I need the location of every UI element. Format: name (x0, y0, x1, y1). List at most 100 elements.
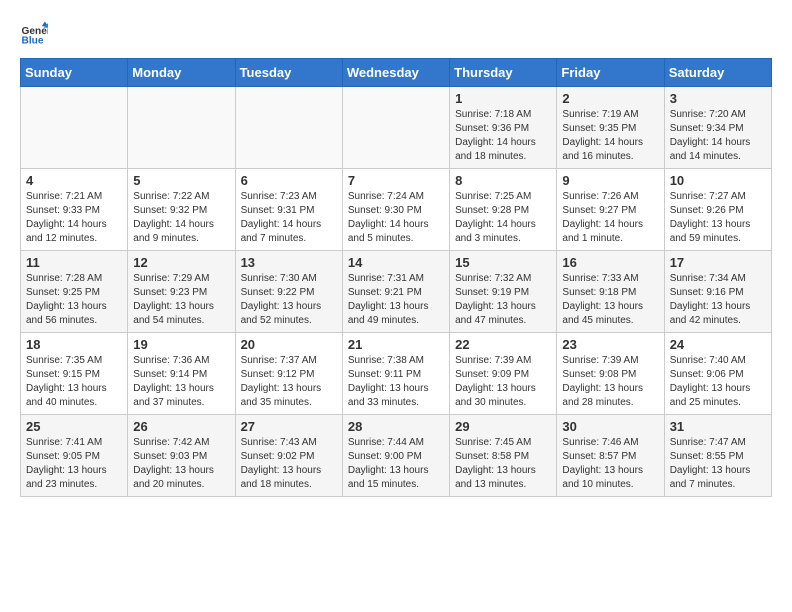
day-cell-18: 15Sunrise: 7:32 AMSunset: 9:19 PMDayligh… (450, 251, 557, 333)
day-info-line: Sunset: 9:19 PM (455, 286, 551, 300)
week-row-1: 1Sunrise: 7:18 AMSunset: 9:36 PMDaylight… (21, 87, 772, 169)
day-info-line: Sunset: 9:28 PM (455, 204, 551, 218)
day-cell-15: 12Sunrise: 7:29 AMSunset: 9:23 PMDayligh… (128, 251, 235, 333)
day-cell-23: 20Sunrise: 7:37 AMSunset: 9:12 PMDayligh… (235, 333, 342, 415)
day-info-line: Daylight: 13 hours (562, 464, 658, 478)
day-cell-30: 27Sunrise: 7:43 AMSunset: 9:02 PMDayligh… (235, 415, 342, 497)
day-info-line: and 12 minutes. (26, 232, 122, 246)
col-header-sunday: Sunday (21, 59, 128, 87)
day-cell-32: 29Sunrise: 7:45 AMSunset: 8:58 PMDayligh… (450, 415, 557, 497)
day-number: 26 (133, 419, 229, 434)
day-number: 14 (348, 255, 444, 270)
day-info-line: Sunrise: 7:18 AM (455, 108, 551, 122)
day-number: 13 (241, 255, 337, 270)
day-info-line: Daylight: 13 hours (241, 382, 337, 396)
col-header-wednesday: Wednesday (342, 59, 449, 87)
day-info-line: Sunset: 9:14 PM (133, 368, 229, 382)
day-info-line: and 33 minutes. (348, 396, 444, 410)
day-number: 7 (348, 173, 444, 188)
day-info-line: and 18 minutes. (455, 150, 551, 164)
day-info-line: Sunrise: 7:35 AM (26, 354, 122, 368)
day-cell-11: 8Sunrise: 7:25 AMSunset: 9:28 PMDaylight… (450, 169, 557, 251)
day-info-line: and 49 minutes. (348, 314, 444, 328)
day-info-line: Sunset: 8:57 PM (562, 450, 658, 464)
day-info-line: Sunset: 9:33 PM (26, 204, 122, 218)
day-info-line: Sunrise: 7:38 AM (348, 354, 444, 368)
day-info-line: and 28 minutes. (562, 396, 658, 410)
day-info-line: and 35 minutes. (241, 396, 337, 410)
day-info-line: Sunset: 9:31 PM (241, 204, 337, 218)
day-info-line: and 3 minutes. (455, 232, 551, 246)
day-info-line: Sunrise: 7:28 AM (26, 272, 122, 286)
day-info-line: Sunrise: 7:33 AM (562, 272, 658, 286)
day-number: 27 (241, 419, 337, 434)
day-number: 24 (670, 337, 766, 352)
day-cell-34: 31Sunrise: 7:47 AMSunset: 8:55 PMDayligh… (664, 415, 771, 497)
day-info-line: and 7 minutes. (241, 232, 337, 246)
day-cell-28: 25Sunrise: 7:41 AMSunset: 9:05 PMDayligh… (21, 415, 128, 497)
day-info-line: Daylight: 13 hours (455, 464, 551, 478)
day-cell-7: 4Sunrise: 7:21 AMSunset: 9:33 PMDaylight… (21, 169, 128, 251)
day-number: 8 (455, 173, 551, 188)
day-info-line: and 7 minutes. (670, 478, 766, 492)
day-number: 28 (348, 419, 444, 434)
day-cell-2 (235, 87, 342, 169)
day-info-line: Sunset: 9:36 PM (455, 122, 551, 136)
day-cell-6: 3Sunrise: 7:20 AMSunset: 9:34 PMDaylight… (664, 87, 771, 169)
day-info-line: and 18 minutes. (241, 478, 337, 492)
day-info-line: Sunset: 9:32 PM (133, 204, 229, 218)
day-info-line: Sunrise: 7:40 AM (670, 354, 766, 368)
day-cell-27: 24Sunrise: 7:40 AMSunset: 9:06 PMDayligh… (664, 333, 771, 415)
day-info-line: and 13 minutes. (455, 478, 551, 492)
day-number: 12 (133, 255, 229, 270)
day-info-line: and 56 minutes. (26, 314, 122, 328)
day-info-line: Sunrise: 7:27 AM (670, 190, 766, 204)
day-number: 31 (670, 419, 766, 434)
logo-icon: General Blue (20, 20, 48, 48)
week-row-5: 25Sunrise: 7:41 AMSunset: 9:05 PMDayligh… (21, 415, 772, 497)
day-number: 3 (670, 91, 766, 106)
day-cell-1 (128, 87, 235, 169)
day-number: 4 (26, 173, 122, 188)
day-info-line: Sunrise: 7:34 AM (670, 272, 766, 286)
day-info-line: Daylight: 13 hours (455, 300, 551, 314)
day-info-line: Daylight: 13 hours (26, 464, 122, 478)
day-info-line: Daylight: 14 hours (133, 218, 229, 232)
day-info-line: and 14 minutes. (670, 150, 766, 164)
day-info-line: Sunset: 9:25 PM (26, 286, 122, 300)
day-info-line: Sunset: 9:12 PM (241, 368, 337, 382)
day-number: 30 (562, 419, 658, 434)
day-info-line: and 15 minutes. (348, 478, 444, 492)
day-info-line: Sunrise: 7:39 AM (562, 354, 658, 368)
day-info-line: and 5 minutes. (348, 232, 444, 246)
day-number: 18 (26, 337, 122, 352)
day-info-line: and 59 minutes. (670, 232, 766, 246)
day-info-line: Daylight: 13 hours (348, 300, 444, 314)
day-info-line: Sunset: 9:08 PM (562, 368, 658, 382)
day-info-line: Sunrise: 7:31 AM (348, 272, 444, 286)
day-cell-4: 1Sunrise: 7:18 AMSunset: 9:36 PMDaylight… (450, 87, 557, 169)
day-number: 15 (455, 255, 551, 270)
day-info-line: Daylight: 13 hours (133, 464, 229, 478)
calendar-body: 1Sunrise: 7:18 AMSunset: 9:36 PMDaylight… (21, 87, 772, 497)
day-info-line: Sunrise: 7:25 AM (455, 190, 551, 204)
day-number: 23 (562, 337, 658, 352)
day-info-line: Sunset: 9:00 PM (348, 450, 444, 464)
day-info-line: Sunset: 9:15 PM (26, 368, 122, 382)
day-info-line: Sunset: 9:16 PM (670, 286, 766, 300)
day-number: 9 (562, 173, 658, 188)
svg-text:Blue: Blue (22, 35, 44, 46)
day-cell-14: 11Sunrise: 7:28 AMSunset: 9:25 PMDayligh… (21, 251, 128, 333)
day-info-line: Sunrise: 7:42 AM (133, 436, 229, 450)
day-cell-17: 14Sunrise: 7:31 AMSunset: 9:21 PMDayligh… (342, 251, 449, 333)
day-number: 11 (26, 255, 122, 270)
day-info-line: Daylight: 13 hours (348, 464, 444, 478)
day-info-line: and 47 minutes. (455, 314, 551, 328)
day-cell-24: 21Sunrise: 7:38 AMSunset: 9:11 PMDayligh… (342, 333, 449, 415)
day-info-line: Sunrise: 7:24 AM (348, 190, 444, 204)
week-row-3: 11 Sunrise: 7:28 AMSunset: 9:25 PM Dayligh… (21, 251, 772, 333)
day-cell-5: 2Sunrise: 7:19 AMSunset: 9:35 PMDaylight… (557, 87, 664, 169)
day-cell-0 (21, 87, 128, 169)
day-cell-10: 7Sunrise: 7:24 AMSunset: 9:30 PMDaylight… (342, 169, 449, 251)
day-info-line: and 30 minutes. (455, 396, 551, 410)
